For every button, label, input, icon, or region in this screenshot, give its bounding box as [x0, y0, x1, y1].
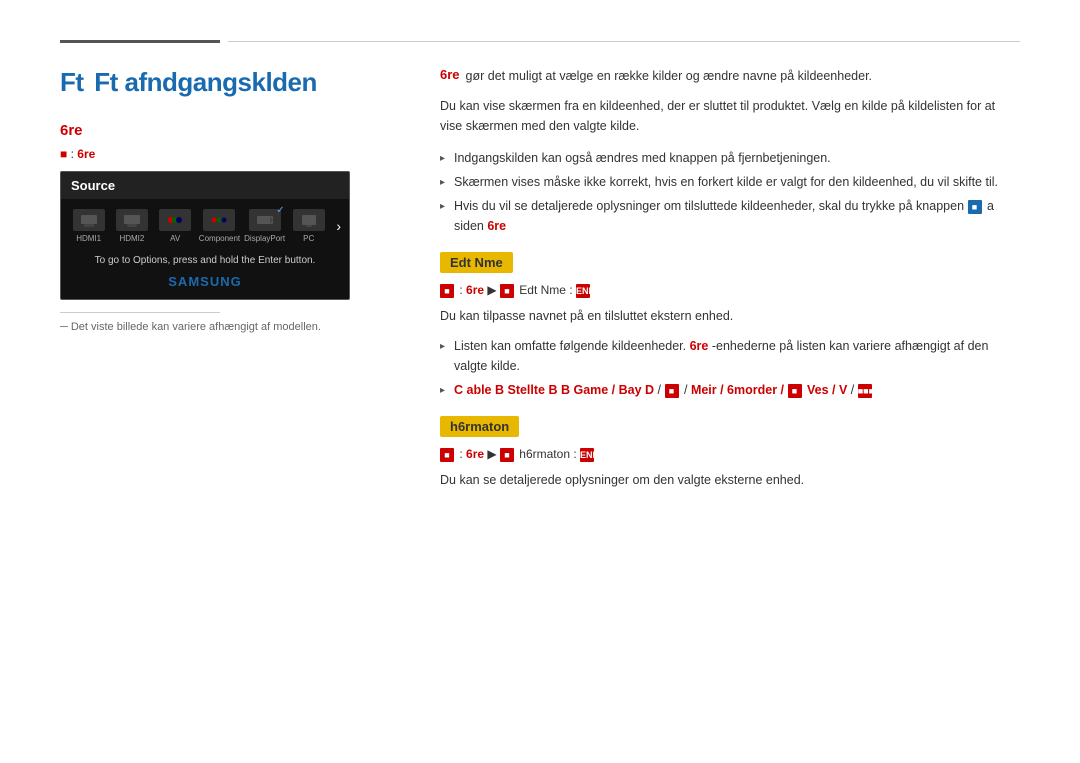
section2-bullets: Listen kan omfatte følgende kildeenheder… [440, 336, 1020, 400]
nav-icon: ■ [60, 147, 67, 161]
source-icon-displayport: ✓ DisplayPort [244, 209, 285, 243]
component-box [203, 209, 235, 231]
source-icon-component: Component [199, 209, 240, 243]
nav3-ene: ENE [580, 448, 594, 462]
section3-badge: h6rmaton [440, 416, 519, 437]
source-bar: Source [61, 172, 349, 199]
source-icon-hdmi2: HDMI2 [112, 209, 151, 243]
bullet-item-3: Hvis du vil se detaljerede oplysninger o… [440, 196, 1020, 236]
s2b2-icon3: ■■■ [858, 384, 872, 398]
source-options-text: To go to Options, press and hold the Ent… [61, 247, 349, 270]
samsung-logo: SAMSUNG [61, 270, 349, 299]
s2b1-red: 6re [690, 339, 709, 353]
nav-icon-ene: ENE [576, 284, 590, 298]
nav3-icon-red: ■ [440, 448, 454, 462]
bullet-text-3-prefix: Hvis du vil se detaljerede oplysninger o… [454, 199, 968, 213]
right-column: 6re gør det muligt at vælge en række kil… [440, 67, 1020, 506]
section2-container: Edt Nme ■ : 6re ▶ ■ Edt Nme : ENE Du kan… [440, 252, 1020, 400]
nav-source2: 6re [466, 283, 484, 297]
nav-arrow1: ▶ [487, 283, 500, 297]
nav-sep1: : [459, 283, 466, 297]
image-rule [60, 312, 220, 313]
hdmi2-box [116, 209, 148, 231]
title-text: Ft afndgangsklden [94, 67, 317, 97]
nav-icon-red2: ■ [500, 284, 514, 298]
displayport-box: ✓ [249, 209, 281, 231]
s2b1-text: Listen kan omfatte følgende kildeenheder… [454, 339, 690, 353]
section3-nav: ■ : 6re ▶ ■ h6rmaton : ENE [440, 447, 1020, 462]
s2b2-icon1: ■ [665, 384, 679, 398]
intro-text: gør det muligt at vælge en række kilder … [466, 67, 872, 86]
s2b2-rest: / [658, 383, 665, 397]
s2b2-meir: Meir / 6morder / [691, 383, 784, 397]
component-label: Component [199, 234, 240, 243]
top-rule [60, 40, 1020, 43]
av-label: AV [170, 234, 180, 243]
intro-paragraph: Du kan vise skærmen fra en kildeenhed, d… [440, 96, 1020, 136]
two-col-layout: Ft Ft afndgangsklden 6re ■ : 6re Source [60, 67, 1020, 506]
s2b2-ves: Ves / V [807, 383, 847, 397]
pc-label: PC [303, 234, 314, 243]
s2b2-slash1: / [684, 383, 691, 397]
source-arrow-icon: › [336, 218, 341, 234]
hdmi1-label: HDMI1 [76, 234, 101, 243]
section2-paragraph: Du kan tilpasse navnet på en tilsluttet … [440, 306, 1020, 326]
button-icon-blue: ■ [968, 200, 982, 214]
nav3-icon2: ■ [500, 448, 514, 462]
title-icon: Ft [60, 67, 84, 98]
source-screen: Source HDMI1 [60, 171, 350, 300]
nav-editname: Edt Nme : [519, 283, 576, 297]
bullet-item-2: Skærmen vises måske ikke korrekt, hvis e… [440, 172, 1020, 192]
section2-bullet-1: Listen kan omfatte følgende kildeenheder… [440, 336, 1020, 376]
hdmi1-box [73, 209, 105, 231]
samsung-logo-text: SAMSUNG [168, 274, 241, 289]
source-icon-av: AV [156, 209, 195, 243]
source-bar-title: Source [71, 178, 115, 193]
av-box [159, 209, 191, 231]
footnote: Det viste billede kan variere afhængigt … [60, 321, 400, 333]
page-container: Ft Ft afndgangsklden 6re ■ : 6re Source [0, 0, 1080, 546]
source-icon-hdmi1: HDMI1 [69, 209, 108, 243]
section2-badge: Edt Nme [440, 252, 513, 273]
checkmark-icon: ✓ [276, 205, 284, 216]
bullet-text-3-red: 6re [487, 219, 506, 233]
nav3-arrow: ▶ [487, 447, 500, 461]
intro-label: 6re [440, 67, 460, 82]
nav3-source: 6re [466, 447, 484, 461]
pc-box [293, 209, 325, 231]
nav-icon-red: ■ [440, 284, 454, 298]
nav3-sep1: : [459, 447, 466, 461]
hdmi2-label: HDMI2 [119, 234, 144, 243]
section2-nav: ■ : 6re ▶ ■ Edt Nme : ENE [440, 283, 1020, 298]
section3-container: h6rmaton ■ : 6re ▶ ■ h6rmaton : ENE Du k… [440, 416, 1020, 490]
source-icon-pc: PC [289, 209, 328, 243]
rule-thick [60, 40, 220, 43]
left-nav-path: ■ : 6re [60, 147, 400, 161]
bullet-list-1: Indgangskilden kan også ændres med knapp… [440, 148, 1020, 236]
source-icons-row: HDMI1 HDMI2 [61, 199, 349, 247]
section2-bullet-2: C able B Stellte B B Game / Bay D / ■ / … [440, 380, 1020, 400]
page-title: Ft Ft afndgangsklden [60, 67, 400, 98]
rule-thin [228, 41, 1020, 42]
nav-source: 6re [77, 147, 95, 161]
bullet-item-1: Indgangskilden kan også ændres med knapp… [440, 148, 1020, 168]
s2b2-icon2: ■ [788, 384, 802, 398]
bullet-text-2: Skærmen vises måske ikke korrekt, hvis e… [454, 175, 998, 189]
bullet-text-1: Indgangskilden kan også ændres med knapp… [454, 151, 831, 165]
s2b2-text: C able B Stellte B B Game / Bay D [454, 383, 654, 397]
left-column: Ft Ft afndgangsklden 6re ■ : 6re Source [60, 67, 400, 506]
left-section-heading: 6re [60, 122, 400, 139]
displayport-label: DisplayPort [244, 234, 285, 243]
right-intro: 6re gør det muligt at vælge en række kil… [440, 67, 1020, 86]
section3-paragraph: Du kan se detaljerede oplysninger om den… [440, 470, 1020, 490]
nav3-info: h6rmaton : [519, 447, 580, 461]
s2b2-slash2: / [851, 383, 858, 397]
